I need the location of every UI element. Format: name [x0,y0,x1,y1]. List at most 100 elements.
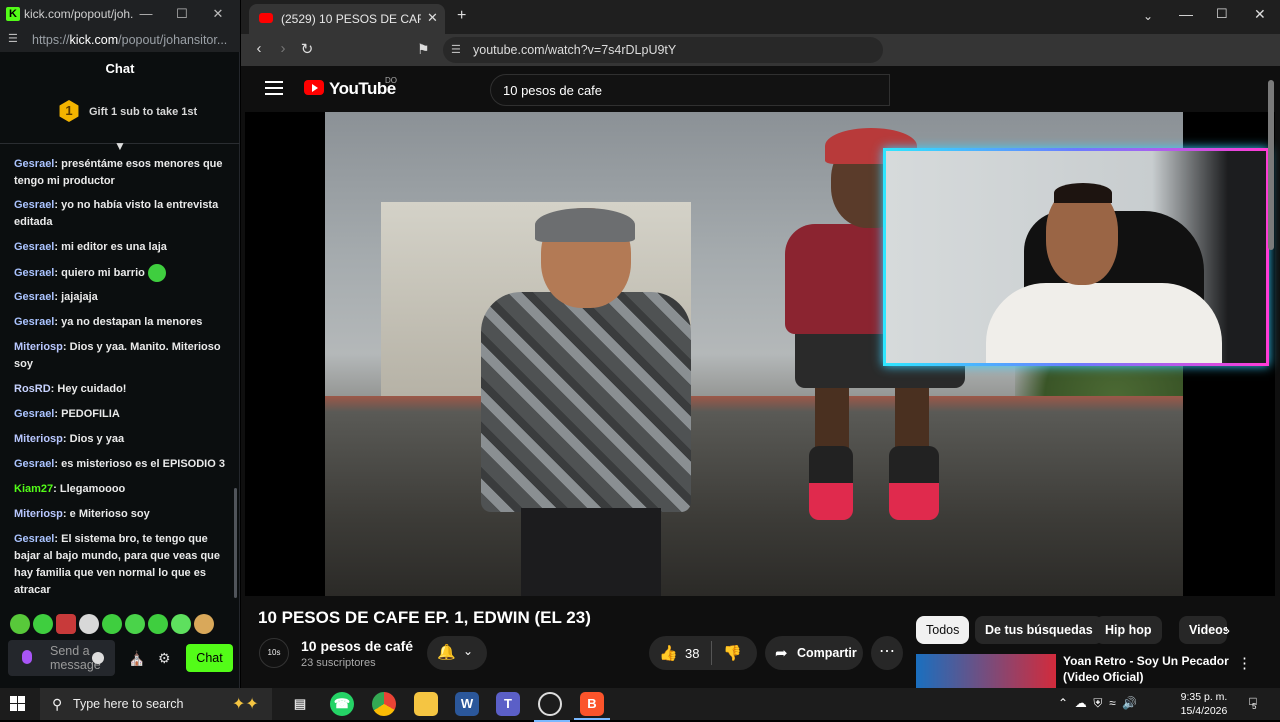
bookmark-icon[interactable]: ⚑ [417,41,430,58]
page-scrollbar[interactable] [1268,60,1274,680]
microphone-icon[interactable] [22,650,32,664]
like-icon[interactable]: 👍 [659,644,678,662]
volume-icon[interactable]: 🔊 [1122,696,1137,710]
video-title: 10 PESOS DE CAFE EP. 1, EDWIN (EL 23) [258,608,591,627]
browser-window: (2529) 10 PESOS DE CAFE EP. 1, E ✕ + ⌄ —… [241,0,1280,688]
bell-icon: 🔔 [437,644,456,661]
chip-de-tus-busquedas[interactable]: De tus búsquedas [975,616,1103,644]
back-icon[interactable]: ‹ [249,40,269,57]
send-chat-button[interactable]: Chat [186,644,233,672]
tab-youtube[interactable]: (2529) 10 PESOS DE CAFE EP. 1, E ✕ [249,4,445,34]
onedrive-icon[interactable]: ☁ [1075,696,1087,710]
kick-window-title: kick.com/popout/joh... [24,7,134,21]
teams-icon[interactable]: T [496,692,520,716]
new-tab-button[interactable]: + [457,7,466,25]
chat-username[interactable]: Gesrael [14,458,54,470]
emote-icon[interactable] [171,614,191,634]
chat-username[interactable]: Miteriosp [14,341,63,353]
emote-icon[interactable] [79,614,99,634]
taskbar-search-box[interactable]: ⚲ Type here to search ✦✦ [40,688,272,720]
chat-username[interactable]: Miteriosp [14,433,63,445]
subscription-bell-button[interactable]: 🔔 ⌄ [427,636,487,670]
tab-close-icon[interactable]: ✕ [427,10,438,26]
store-icon[interactable]: ⛪ [128,650,145,666]
chat-message: Gesrael: mi editor es una laja [14,241,167,253]
whatsapp-icon[interactable]: ☎ [330,692,354,716]
chip-hip-hop[interactable]: Hip hop [1095,616,1162,644]
chat-scrollbar[interactable] [234,488,237,598]
chat-username[interactable]: Kiam27 [14,483,53,495]
chat-text: Hey cuidado! [57,383,127,395]
emote-icon[interactable] [33,614,53,634]
security-icon[interactable]: ⛨ [1093,696,1102,710]
site-settings-icon[interactable]: ☰ [8,32,22,46]
hamburger-menu-icon[interactable] [265,81,283,95]
emote-icon [147,264,166,282]
minimize-icon[interactable]: — [1179,6,1193,22]
chip-videos[interactable]: Videos [1179,616,1227,644]
brave-icon[interactable]: B [574,692,610,720]
site-settings-icon[interactable]: ☰ [451,43,461,56]
obs-icon[interactable] [534,692,570,722]
video-player[interactable] [245,112,1275,596]
pinned-collapse-icon[interactable]: ▼ [112,140,128,152]
chat-username[interactable]: Gesrael [14,199,54,211]
windows-start-icon[interactable] [10,696,26,712]
emote-icon[interactable] [194,614,214,634]
taskbar-clock[interactable]: 9:35 p. m. 15/4/2026 [1174,690,1234,718]
dislike-icon[interactable]: 👎 [723,644,742,662]
youtube-logo-icon[interactable] [304,80,324,95]
kick-address-bar[interactable]: ☰ https://kick.com/popout/johansitor... [0,28,240,52]
task-view-icon[interactable]: ▤ [288,692,312,716]
recommended-video-thumbnail[interactable] [916,654,1056,688]
search-value: 10 pesos de cafe [503,83,603,98]
tab-search-icon[interactable]: ⌄ [1143,9,1153,23]
minimize-icon[interactable]: — [136,4,156,24]
chat-username[interactable]: Gesrael [14,533,54,545]
chat-username[interactable]: Gesrael [14,408,54,420]
emote-icon[interactable] [102,614,122,634]
share-button[interactable]: ➦ Compartir [765,636,863,670]
emote-icon[interactable] [148,614,168,634]
maximize-icon[interactable]: ☐ [1216,6,1228,22]
chip-todos[interactable]: Todos [916,616,970,644]
copilot-sparkle-icon[interactable]: ✦✦ [232,694,259,714]
chat-username[interactable]: Gesrael [14,316,54,328]
system-tray: ⌃ ☁ ⛨ ≈ 🔊 [1058,696,1137,711]
address-bar[interactable]: ☰ youtube.com/watch?v=7s4rDLpU9tY [443,37,883,63]
chevron-right-icon[interactable]: › [1225,622,1230,639]
emote-icon[interactable] [56,614,76,634]
chat-message-input[interactable]: Send a message [8,640,115,676]
forward-icon[interactable]: › [273,40,293,57]
word-icon[interactable]: W [455,692,479,716]
chrome-icon[interactable] [372,692,396,716]
reload-icon[interactable]: ↻ [297,40,317,58]
recommended-video-title[interactable]: Yoan Retro - Soy Un Pecador (Video Ofici… [1063,653,1243,685]
file-explorer-icon[interactable] [414,692,438,716]
maximize-icon[interactable]: ☐ [172,4,192,24]
chat-username[interactable]: Gesrael [14,291,54,303]
chat-username[interactable]: Gesrael [14,158,54,170]
country-code: DO [385,76,397,85]
network-icon[interactable]: ≈ [1109,696,1116,710]
chat-username[interactable]: Gesrael [14,241,54,253]
channel-name[interactable]: 10 pesos de café [301,638,413,654]
close-icon[interactable]: ✕ [1254,6,1266,23]
chat-text: e Miterioso soy [69,508,150,520]
gift-label: Gift 1 sub to take 1st [89,106,198,118]
emote-icon[interactable] [125,614,145,634]
chat-username[interactable]: Miteriosp [14,508,63,520]
emoji-picker-icon[interactable] [92,652,104,664]
close-icon[interactable]: ✕ [208,4,228,24]
channel-avatar[interactable]: 10s [259,638,289,668]
search-input[interactable]: 10 pesos de cafe [490,74,890,106]
chevron-up-icon[interactable]: ⌃ [1058,696,1068,710]
more-actions-icon[interactable]: ⋯ [871,636,903,670]
gift-sub-banner[interactable]: 1 Gift 1 sub to take 1st [0,90,240,134]
chat-username[interactable]: Gesrael [14,267,54,279]
chat-username[interactable]: RosRD [14,383,51,395]
gear-icon[interactable]: ⚙ [158,650,174,666]
more-vert-icon[interactable]: ⋮ [1237,654,1252,672]
emote-icon[interactable] [10,614,30,634]
like-count[interactable]: 38 [685,646,699,661]
